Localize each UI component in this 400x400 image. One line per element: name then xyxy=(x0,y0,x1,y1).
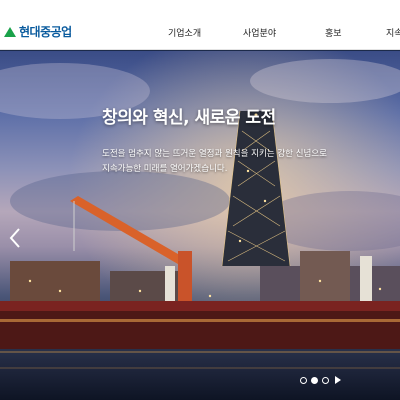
slide-dot[interactable] xyxy=(322,376,329,384)
play-icon[interactable] xyxy=(335,376,341,384)
nav-item-sustainability[interactable]: 지속 xyxy=(386,26,400,39)
slide-dot-active[interactable] xyxy=(311,376,318,384)
hero-slider: 창의와 혁신, 새로운 도전 도전을 멈추지 않는 뜨거운 열정과 원칙을 지키… xyxy=(0,51,400,400)
slide-pager xyxy=(300,374,341,386)
hero-description-line: 지속가능한 미래를 열어가겠습니다. xyxy=(102,164,228,174)
hero-description: 도전을 멈추지 않는 뜨거운 열정과 원칙을 지키는 강한 신념으로 지속가능한… xyxy=(102,147,362,177)
nav-item-company[interactable]: 기업소개 xyxy=(168,26,201,39)
slide-dot[interactable] xyxy=(300,376,307,384)
site-header: 현대중공업 기업소개 사업분야 홍보 지속 xyxy=(0,0,400,50)
nav-item-business[interactable]: 사업분야 xyxy=(243,26,276,39)
hero-description-line: 도전을 멈추지 않는 뜨거운 열정과 원칙을 지키는 강한 신념으로 xyxy=(102,149,327,159)
hero-title: 창의와 혁신, 새로운 도전 xyxy=(102,108,276,128)
prev-slide-button[interactable] xyxy=(9,227,21,249)
chevron-left-icon xyxy=(9,228,20,248)
nav-item-pr[interactable]: 홍보 xyxy=(325,26,342,39)
main-nav: 기업소개 사업분야 홍보 지속 xyxy=(0,26,400,40)
